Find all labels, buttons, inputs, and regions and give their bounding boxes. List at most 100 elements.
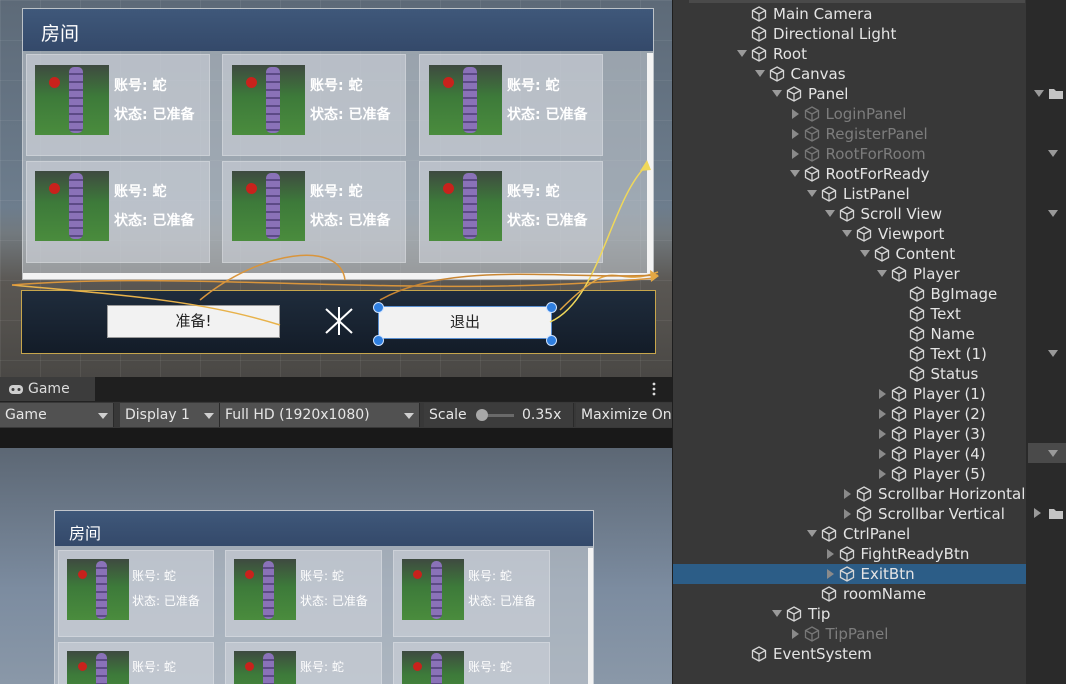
game-player-account: 账号: 蛇 [468,569,512,583]
chevron-down-icon[interactable] [1048,150,1058,158]
hierarchy-item-label: Player (5) [913,465,986,483]
hierarchy-item[interactable]: Text [673,304,1027,324]
game-view[interactable]: 房间 账号: 蛇 状态: 已准备 账号: 蛇 状态: 已准备 账号: 蛇 状态:… [0,448,672,684]
hierarchy-item[interactable]: LoginPanel [673,104,1027,124]
hierarchy-item-label: Text [930,305,961,323]
expand-arrow-icon[interactable] [789,170,800,177]
game-player-card[interactable]: 账号: 蛇 [393,642,550,684]
collapse-arrow-icon[interactable] [791,149,799,159]
hierarchy-item[interactable]: Text (1) [673,344,1027,364]
chevron-down-icon[interactable] [1048,450,1058,458]
collapse-arrow-icon[interactable] [879,449,886,459]
game-player-card[interactable]: 账号: 蛇 [225,642,382,684]
hierarchy-item[interactable]: Scrollbar Vertical [673,504,1027,524]
gameobject-cube-icon [909,326,924,342]
hierarchy-item[interactable]: Status [673,364,1027,384]
collapse-arrow-icon[interactable] [879,429,886,439]
hierarchy-item[interactable]: Content [673,244,1027,264]
hierarchy-item[interactable]: Tip [673,604,1027,624]
hierarchy-item[interactable]: RootForRoom [673,144,1027,164]
collapse-arrow-icon[interactable] [791,109,799,119]
chevron-right-icon[interactable] [1034,508,1042,518]
hierarchy-item[interactable]: Directional Light [673,24,1027,44]
expand-arrow-icon[interactable] [772,610,782,617]
hierarchy-item[interactable]: Scroll View [673,204,1027,224]
hierarchy-item-label: BgImage [930,285,998,303]
expand-arrow-icon[interactable] [842,230,852,237]
collapse-arrow-icon[interactable] [844,509,851,519]
expand-arrow-icon[interactable] [824,210,835,217]
game-player-card[interactable]: 账号: 蛇 状态: 已准备 [58,550,214,637]
collapse-arrow-icon[interactable] [844,489,851,499]
hierarchy-item-label: RootForRoom [825,145,926,163]
gameobject-cube-icon [909,346,924,362]
chevron-down-icon[interactable] [1034,90,1044,98]
collapse-arrow-icon[interactable] [826,569,834,579]
chevron-down-icon[interactable] [1048,350,1058,358]
hierarchy-item[interactable]: Player (3) [673,424,1027,444]
hierarchy-item-label: Scroll View [860,205,942,223]
game-player-card[interactable]: 账号: 蛇 [58,642,214,684]
gameobject-cube-icon [891,266,907,282]
expand-arrow-icon[interactable] [807,190,817,197]
hierarchy-item-label: Status [930,365,979,383]
collapse-arrow-icon[interactable] [879,469,886,479]
hierarchy-item[interactable]: Canvas [673,64,1027,84]
scale-slider-thumb[interactable] [476,409,488,421]
hierarchy-item[interactable]: RootForReady [673,164,1027,184]
hierarchy-item[interactable]: Player [673,264,1027,284]
expand-arrow-icon[interactable] [859,250,870,257]
selected-folder-row[interactable] [1028,443,1066,463]
hierarchy-item[interactable]: Main Camera [673,4,1027,24]
collapse-arrow-icon[interactable] [791,629,799,639]
hierarchy-item[interactable]: RegisterPanel [673,124,1027,144]
hierarchy-panel: Main Camera Directional Light Root Canvas Pa… [672,0,1027,684]
expand-arrow-icon[interactable] [737,50,747,57]
hierarchy-item[interactable]: roomName [673,584,1027,604]
scene-view[interactable]: 房间 账号: 蛇 状态: 已准备 账号: 蛇 状态: 已准备 账号: 蛇 状态:… [0,0,672,377]
chevron-down-icon[interactable] [1048,210,1058,218]
collapse-arrow-icon[interactable] [826,549,834,559]
hierarchy-item[interactable]: Player (5) [673,464,1027,484]
collapse-arrow-icon[interactable] [879,389,886,399]
hierarchy-item-label: Name [930,325,975,343]
hierarchy-item[interactable]: Player (1) [673,384,1027,404]
collapse-arrow-icon[interactable] [791,129,799,139]
hierarchy-item[interactable]: TipPanel [673,624,1027,644]
expand-arrow-icon[interactable] [754,70,765,77]
hierarchy-item[interactable]: CtrlPanel [673,524,1027,544]
hierarchy-item[interactable]: Player (4) [673,444,1027,464]
maximize-on-play-toggle[interactable]: Maximize On [576,403,672,427]
hierarchy-item[interactable]: BgImage [673,284,1027,304]
gameobject-cube-icon [839,206,854,222]
more-options-icon[interactable] [651,382,657,396]
hierarchy-item[interactable]: Viewport [673,224,1027,244]
expand-arrow-icon[interactable] [877,270,887,277]
hierarchy-item[interactable]: ExitBtn [673,564,1027,584]
hierarchy-item-label: TipPanel [825,625,889,643]
gameobject-cube-icon [839,566,854,582]
hierarchy-item[interactable]: Root [673,44,1027,64]
hierarchy-item[interactable]: Scrollbar Horizontal [673,484,1027,504]
hierarchy-item[interactable]: Panel [673,84,1027,104]
hierarchy-item[interactable]: FightReadyBtn [673,544,1027,564]
expand-arrow-icon[interactable] [772,90,782,97]
collapse-arrow-icon[interactable] [879,409,886,419]
hierarchy-item[interactable]: Name [673,324,1027,344]
gameobject-cube-icon [891,386,907,402]
game-view-dropdown[interactable]: Game [0,403,114,427]
hierarchy-item-label: EventSystem [773,645,872,663]
expand-arrow-icon[interactable] [807,530,817,537]
hierarchy-item[interactable]: ListPanel [673,184,1027,204]
hierarchy-item[interactable]: Player (2) [673,404,1027,424]
hierarchy-item-label: Tip [808,605,831,623]
display-dropdown[interactable]: Display 1 [120,403,220,427]
tab-game[interactable]: Game [0,377,95,401]
gameobject-cube-icon [856,226,872,242]
chevron-down-icon [98,413,108,419]
resolution-dropdown[interactable]: Full HD (1920x1080) [220,403,420,427]
gameobject-cube-icon [821,186,837,202]
hierarchy-item[interactable]: EventSystem [673,644,1027,664]
game-player-card[interactable]: 账号: 蛇 状态: 已准备 [393,550,550,637]
game-player-card[interactable]: 账号: 蛇 状态: 已准备 [225,550,382,637]
